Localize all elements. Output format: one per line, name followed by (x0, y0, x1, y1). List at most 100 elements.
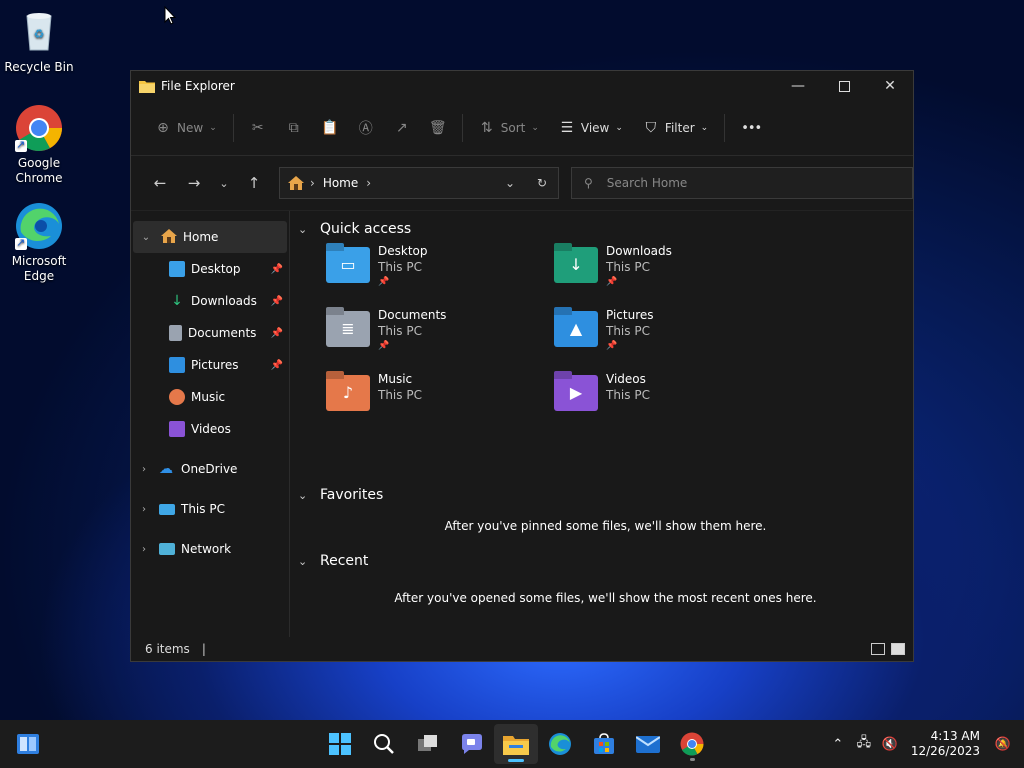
item-location: This PC (606, 324, 650, 338)
chevron-right-icon[interactable]: › (137, 464, 151, 475)
desktop-icon-label: Google Chrome (15, 156, 63, 185)
delete-button[interactable]: 🗑 (420, 112, 456, 144)
minimize-button[interactable]: — (775, 71, 821, 101)
more-options-button[interactable]: ••• (731, 112, 771, 144)
chevron-down-icon[interactable]: ⌄ (139, 232, 153, 243)
section-header-favorites[interactable]: ⌄ Favorites (298, 481, 913, 509)
desktop-icon-label: Microsoft Edge (11, 254, 67, 283)
quick-access-item-music[interactable]: ♪ Music This PC (326, 371, 546, 411)
arrow-right-icon: → (187, 174, 201, 192)
file-explorer-taskbar-button[interactable] (494, 724, 538, 764)
chrome-taskbar-button[interactable] (670, 724, 714, 764)
cut-button[interactable]: ✂ (240, 112, 276, 144)
view-button[interactable]: ☰ View ⌄ (549, 112, 633, 144)
close-button[interactable]: ✕ (867, 71, 913, 101)
command-bar: ⊕ New ⌄ ✂ ⧉ 📋 Ⓐ ↗ 🗑 ⇅ Sort ⌄ ☰ View ⌄ ⛉ … (131, 101, 913, 156)
quick-access-item-desktop[interactable]: ▭ Desktop This PC 📌 (326, 243, 546, 289)
sort-icon: ⇅ (480, 120, 493, 136)
favorites-empty-message: After you've pinned some files, we'll sh… (444, 519, 767, 533)
title-bar[interactable]: File Explorer — ✕ (131, 71, 913, 101)
content-pane: ⌄ Quick access ▭ Desktop This PC 📌 ↓ Dow… (290, 211, 913, 637)
up-button[interactable]: ↑ (237, 168, 271, 198)
maximize-button[interactable] (821, 71, 867, 101)
search-input[interactable]: Search Home (607, 176, 687, 190)
filter-button[interactable]: ⛉ Filter ⌄ (633, 112, 718, 144)
sidebar-item-network[interactable]: › Network (131, 533, 289, 565)
back-button[interactable]: ← (143, 168, 177, 198)
desktop-icon-recycle-bin[interactable]: ♻ Recycle Bin (3, 8, 75, 75)
rename-icon: Ⓐ (358, 121, 373, 137)
search-icon: ⚲ (584, 176, 593, 190)
view-list-icon: ☰ (560, 120, 574, 136)
large-icons-view-icon[interactable] (891, 643, 905, 655)
desktop-icon-google-chrome[interactable]: Google Chrome (3, 104, 75, 186)
clock-date: 12/26/2023 (910, 744, 980, 758)
details-view-icon[interactable] (871, 643, 885, 655)
item-count: 6 items (145, 642, 190, 656)
item-location: This PC (378, 260, 422, 274)
chrome-icon (680, 732, 704, 756)
quick-access-item-downloads[interactable]: ↓ Downloads This PC 📌 (554, 243, 774, 289)
notification-icon[interactable]: 🔕 (990, 737, 1016, 752)
item-name: Music (378, 372, 413, 386)
filter-label: Filter (664, 121, 695, 135)
network-status-icon[interactable]: 🖧 (851, 733, 877, 755)
widgets-button[interactable] (16, 732, 40, 756)
recent-locations-button[interactable]: ⌄ (211, 168, 237, 198)
sort-button[interactable]: ⇅ Sort ⌄ (469, 112, 549, 144)
chevron-down-icon: ⌄ (209, 123, 217, 133)
item-location: This PC (606, 388, 650, 402)
rename-button[interactable]: Ⓐ (348, 112, 384, 144)
desktop-icon-microsoft-edge[interactable]: Microsoft Edge (3, 202, 75, 284)
sidebar-item-label: OneDrive (181, 462, 238, 476)
computer-monitor-icon (159, 503, 175, 515)
section-header-quick-access[interactable]: ⌄ Quick access (298, 215, 913, 243)
show-hidden-icons-button[interactable]: ⌃ (825, 737, 851, 752)
filter-icon: ⛉ (645, 120, 657, 136)
sidebar-item-home[interactable]: ⌄ Home (133, 221, 287, 253)
search-box[interactable]: ⚲ Search Home (571, 167, 913, 199)
paste-button[interactable]: 📋 (312, 112, 348, 144)
arrow-left-icon: ← (153, 174, 167, 192)
sidebar-item-videos[interactable]: Videos (131, 413, 289, 445)
toolbar-divider (461, 114, 463, 142)
start-button[interactable] (318, 724, 362, 764)
sidebar-item-this-pc[interactable]: › This PC (131, 493, 289, 525)
refresh-button[interactable]: ↻ (526, 176, 558, 190)
volume-muted-icon[interactable]: 🔇 (877, 737, 903, 752)
new-button[interactable]: ⊕ New ⌄ (145, 112, 227, 144)
chevron-right-icon[interactable]: › (137, 504, 151, 515)
sidebar-item-downloads[interactable]: ↓ Downloads 📌 (131, 285, 289, 317)
copy-button[interactable]: ⧉ (276, 112, 312, 144)
picture-icon (169, 357, 185, 373)
chevron-right-icon[interactable]: › (137, 544, 151, 555)
address-history-button[interactable]: ⌄ (494, 176, 526, 190)
breadcrumb-home[interactable]: Home (323, 176, 358, 190)
chevron-down-icon: ⌄ (298, 488, 308, 502)
quick-access-item-documents[interactable]: ≣ Documents This PC 📌 (326, 307, 546, 353)
share-button[interactable]: ↗ (384, 112, 420, 144)
sidebar-item-documents[interactable]: Documents 📌 (131, 317, 289, 349)
desktop-folder-icon (169, 261, 185, 277)
search-button[interactable] (362, 724, 406, 764)
sidebar-item-music[interactable]: Music (131, 381, 289, 413)
download-arrow-icon: ↓ (171, 293, 183, 309)
quick-access-grid: ▭ Desktop This PC 📌 ↓ Downloads This PC … (298, 243, 913, 453)
toolbar-divider (724, 114, 726, 142)
forward-button[interactable]: → (177, 168, 211, 198)
sidebar-item-pictures[interactable]: Pictures 📌 (131, 349, 289, 381)
sidebar-item-onedrive[interactable]: › ☁ OneDrive (131, 453, 289, 485)
close-icon: ✕ (884, 78, 896, 94)
task-view-button[interactable] (406, 724, 450, 764)
chat-button[interactable] (450, 724, 494, 764)
mail-taskbar-button[interactable] (626, 724, 670, 764)
documents-folder-icon: ≣ (326, 311, 370, 347)
quick-access-item-videos[interactable]: ▶ Videos This PC (554, 371, 774, 411)
section-header-recent[interactable]: ⌄ Recent (298, 547, 913, 575)
edge-taskbar-button[interactable] (538, 724, 582, 764)
clock[interactable]: 4:13 AM 12/26/2023 (911, 729, 980, 759)
address-bar[interactable]: › Home › ⌄ ↻ (279, 167, 559, 199)
quick-access-item-pictures[interactable]: ▲ Pictures This PC 📌 (554, 307, 774, 353)
sidebar-item-desktop[interactable]: Desktop 📌 (131, 253, 289, 285)
store-taskbar-button[interactable] (582, 724, 626, 764)
